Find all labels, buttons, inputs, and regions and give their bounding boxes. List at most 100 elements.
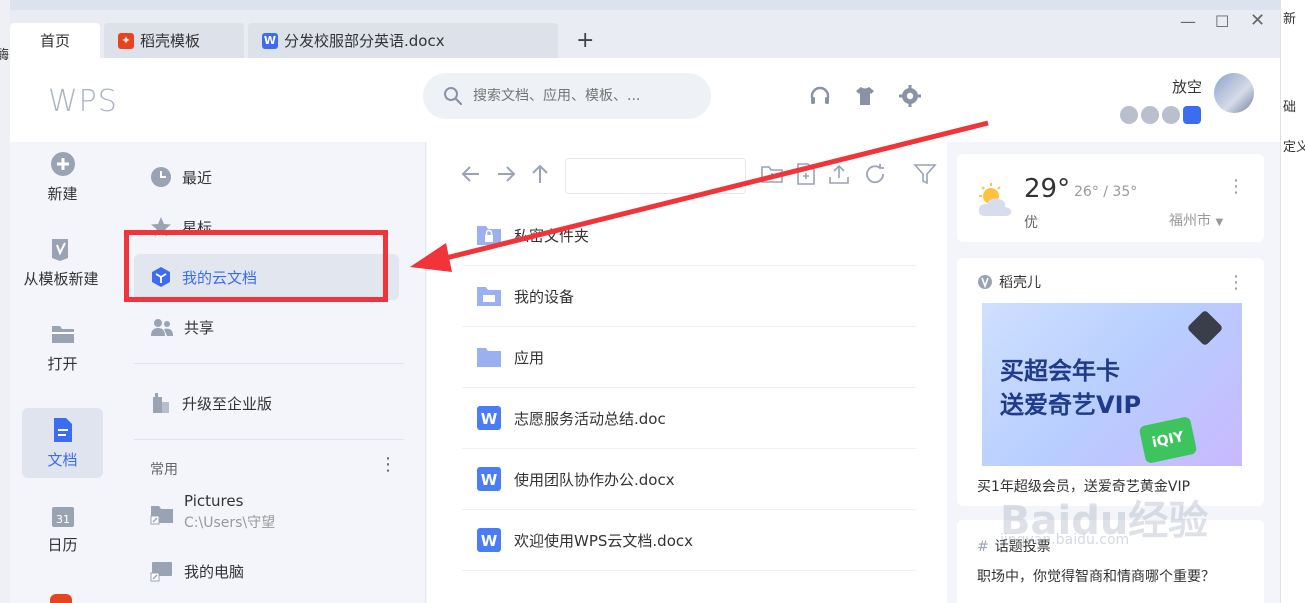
- tab-home[interactable]: 首页: [10, 23, 100, 58]
- nav-new-from-template[interactable]: 从模板新建: [16, 227, 106, 297]
- close-button[interactable]: ✕: [1250, 10, 1265, 31]
- nav-open[interactable]: 打开: [22, 312, 103, 382]
- back-arrow-icon[interactable]: [459, 162, 483, 186]
- file-row-private-folder[interactable]: 私密文件夹: [462, 205, 916, 266]
- up-arrow-icon[interactable]: [528, 162, 552, 186]
- background-left-edge: 酶: [0, 0, 10, 603]
- new-tab-button[interactable]: +: [576, 28, 594, 53]
- daoke-icon: ✦: [118, 32, 134, 49]
- promo-card[interactable]: 稻壳儿 ⋮ 买超会年卡 送爱奇艺VIP iQIY 买1年超级会员，送爱奇艺黄金V…: [957, 258, 1264, 506]
- tab-daoke-templates[interactable]: ✦ 稻壳模板: [104, 23, 244, 58]
- search-input[interactable]: [473, 88, 693, 104]
- search-box[interactable]: [423, 73, 711, 119]
- sidebar-item-upgrade-enterprise[interactable]: 升级至企业版: [134, 380, 399, 426]
- more-options-icon[interactable]: ⋮: [379, 454, 397, 475]
- divider: [134, 439, 404, 440]
- nav-documents[interactable]: 文档: [22, 408, 103, 478]
- weather-temperature: 29°: [1024, 174, 1071, 204]
- sidebar-item-recent[interactable]: 最近: [134, 154, 399, 200]
- tab-bar: 首页 ✦ 稻壳模板 W 分发校服部分英语.docx + — ☐ ✕: [10, 10, 1280, 58]
- search-icon: [444, 87, 463, 106]
- document-icon: [53, 417, 72, 442]
- promo-banner[interactable]: 买超会年卡 送爱奇艺VIP iQIY: [982, 303, 1242, 466]
- new-folder-icon[interactable]: [760, 162, 784, 186]
- file-row-doc[interactable]: W 志愿服务活动总结.doc: [462, 388, 916, 449]
- background-window-strip: [0, 0, 1305, 10]
- minimize-button[interactable]: —: [1180, 12, 1196, 31]
- maximize-button[interactable]: ☐: [1215, 12, 1229, 31]
- file-row-doc[interactable]: W 欢迎使用WPS云文档.docx: [462, 510, 916, 571]
- folder-icon: [477, 348, 501, 367]
- daoke-icon: [978, 275, 992, 289]
- skin-shirt-icon[interactable]: [853, 84, 877, 108]
- nav-new[interactable]: 新建: [22, 142, 103, 212]
- refresh-icon[interactable]: [863, 162, 887, 186]
- svg-text:W: W: [481, 532, 498, 550]
- more-options-icon[interactable]: ⋮: [1227, 178, 1245, 196]
- member-badges[interactable]: [1120, 106, 1201, 124]
- headset-icon[interactable]: [808, 84, 832, 108]
- path-input[interactable]: [565, 158, 746, 194]
- sidebar-item-label: 共享: [184, 318, 215, 337]
- nav-label: 文档: [47, 450, 78, 469]
- tab-label: 首页: [39, 32, 70, 50]
- background-right-text: 定义: [1283, 140, 1305, 155]
- sidebar-item-label: 我的电脑: [184, 562, 245, 581]
- tab-document[interactable]: W 分发校服部分英语.docx: [248, 23, 558, 58]
- file-name: 私密文件夹: [514, 226, 590, 245]
- diamond-badge-icon: [1162, 106, 1180, 124]
- nav-calendar[interactable]: 31 日历: [22, 494, 103, 564]
- header: WPS 放空: [10, 58, 1280, 142]
- tab-label: 分发校服部分英语.docx: [284, 32, 445, 50]
- coin-badge-icon: [1120, 106, 1138, 124]
- forward-arrow-icon[interactable]: [494, 162, 518, 186]
- new-file-icon[interactable]: [794, 162, 818, 186]
- file-name: 欢迎使用WPS云文档.docx: [514, 531, 693, 550]
- folder-open-icon: [51, 325, 74, 343]
- folder-shortcut-icon: [150, 506, 173, 525]
- pictures-path: C:\Users\守望: [184, 515, 276, 531]
- section-label-frequent: 常用: [150, 462, 178, 478]
- clock-icon: [151, 167, 171, 187]
- file-name: 志愿服务活动总结.doc: [514, 409, 666, 428]
- gear-icon[interactable]: [898, 84, 922, 108]
- file-name: 使用团队协作办公.docx: [514, 470, 675, 489]
- promo-line1: 买超会年卡: [1000, 357, 1120, 385]
- tab-label: 稻壳模板: [140, 32, 201, 50]
- hash-icon: #: [977, 539, 989, 555]
- plus-circle-icon: [50, 151, 75, 176]
- pictures-label: Pictures: [184, 492, 244, 510]
- iqiyi-logo-icon: iQIY: [1138, 416, 1198, 464]
- topic-question: 职场中，你觉得智商和情商哪个重要？: [977, 569, 1215, 585]
- sidebar: 最近 星标 我的云文档 共享 升级至企业版 常用 ⋮ Pictures C:\U…: [114, 142, 426, 603]
- file-row-my-devices[interactable]: 我的设备: [462, 266, 916, 327]
- svg-text:W: W: [481, 471, 498, 489]
- left-nav: 新建 从模板新建 打开 文档 31 日历: [10, 142, 114, 603]
- wallet-badge-icon: [1183, 106, 1201, 124]
- upload-icon[interactable]: [827, 162, 851, 186]
- filter-icon[interactable]: [913, 162, 937, 186]
- word-doc-icon: W: [477, 406, 501, 430]
- city-select[interactable]: 福州市 ▼: [1169, 210, 1223, 230]
- file-list-panel: 私密文件夹 我的设备 应用 W 志愿服务活动总结.doc W 使用团队协作办公.…: [427, 142, 947, 603]
- file-row-apps[interactable]: 应用: [462, 327, 916, 388]
- file-row-doc[interactable]: W 使用团队协作办公.docx: [462, 449, 916, 510]
- calendar-day: 31: [56, 513, 70, 526]
- avatar[interactable]: [1214, 73, 1254, 113]
- more-options-icon[interactable]: ⋮: [1227, 274, 1245, 292]
- promo-header: 稻壳儿: [977, 272, 1041, 292]
- sidebar-item-label: 最近: [182, 168, 213, 187]
- nav-label: 日历: [47, 535, 78, 554]
- file-name: 我的设备: [514, 287, 575, 306]
- calendar-icon: 31: [51, 506, 74, 527]
- background-left-text: 酶: [0, 48, 10, 63]
- app-partial-icon[interactable]: [50, 594, 72, 603]
- city-label: 福州市: [1169, 213, 1211, 229]
- username[interactable]: 放空: [1172, 76, 1202, 97]
- weather-card[interactable]: 29° 26° / 35° 优 福州市 ▼ ⋮: [957, 154, 1264, 242]
- sidebar-item-shared[interactable]: 共享: [134, 304, 399, 350]
- sidebar-item-pictures[interactable]: Pictures C:\Users\守望: [150, 492, 275, 532]
- sidebar-item-my-computer[interactable]: 我的电脑: [140, 548, 405, 594]
- svg-text:W: W: [481, 410, 498, 428]
- s-badge-icon: [1186, 309, 1224, 347]
